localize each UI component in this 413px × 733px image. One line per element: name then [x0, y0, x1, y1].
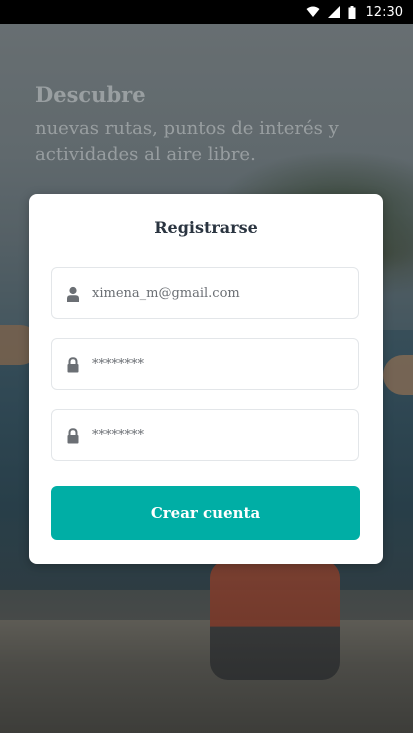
lock-icon	[67, 357, 79, 373]
password-confirm-input[interactable]	[92, 410, 342, 460]
hero-title: Descubre	[35, 82, 146, 107]
password-input[interactable]	[92, 339, 342, 389]
wifi-icon	[306, 6, 320, 17]
form-title: Registrarse	[154, 218, 258, 237]
status-icons: 12:30	[306, 3, 403, 21]
password-confirm-field[interactable]	[51, 409, 359, 461]
register-card: Registrarse Crear cuenta	[29, 194, 383, 564]
email-field[interactable]	[51, 267, 359, 319]
status-bar: 12:30	[0, 0, 413, 24]
signal-icon	[327, 6, 340, 18]
hero-subtitle: nuevas rutas, puntos de interés y activi…	[35, 118, 339, 165]
password-field[interactable]	[51, 338, 359, 390]
user-icon	[67, 286, 79, 302]
register-screen: 12:30 Descubre nuevas rutas, puntos de i…	[0, 0, 413, 733]
status-time: 12:30	[365, 4, 403, 20]
lock-icon	[67, 428, 79, 444]
create-account-button[interactable]: Crear cuenta	[51, 486, 360, 540]
battery-icon	[348, 5, 356, 19]
email-input[interactable]	[92, 268, 342, 318]
